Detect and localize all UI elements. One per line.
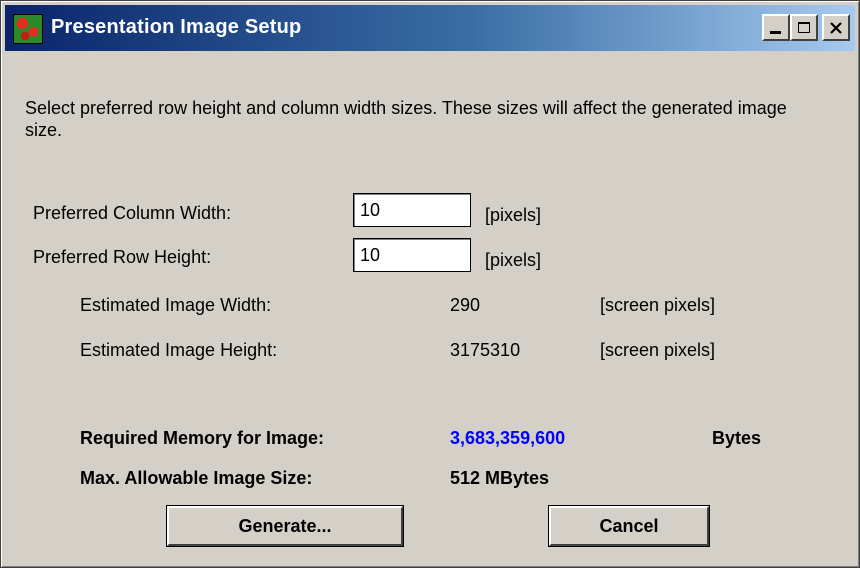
required-memory-value: 3,683,359,600 — [450, 428, 566, 448]
cancel-button[interactable]: Cancel — [548, 505, 710, 547]
maximize-button[interactable] — [790, 14, 818, 41]
estimated-width-label: Estimated Image Width: — [80, 295, 272, 315]
window-title: Presentation Image Setup — [51, 16, 302, 38]
required-memory-label: Required Memory for Image: — [80, 428, 325, 448]
description-text: Select preferred row height and column w… — [25, 98, 787, 140]
minimize-button[interactable] — [762, 14, 790, 41]
estimated-height-unit: [screen pixels] — [600, 340, 716, 360]
estimated-height-value: 3175310 — [450, 340, 521, 360]
estimated-width-value: 290 — [450, 295, 481, 315]
minimize-icon — [770, 30, 781, 34]
column-width-unit: [pixels] — [485, 205, 542, 225]
close-icon — [830, 21, 842, 34]
row-height-input[interactable] — [353, 238, 471, 272]
close-button[interactable] — [822, 14, 850, 41]
app-icon[interactable] — [13, 14, 43, 44]
required-memory-unit: Bytes — [712, 428, 762, 448]
max-size-label: Max. Allowable Image Size: — [80, 468, 313, 488]
generate-button[interactable]: Generate... — [166, 505, 404, 547]
row-height-unit: [pixels] — [485, 250, 542, 270]
row-height-label: Preferred Row Height: — [33, 247, 212, 267]
max-size-value: 512 MBytes — [450, 468, 550, 488]
title-bar[interactable]: Presentation Image Setup — [5, 5, 855, 51]
column-width-input[interactable] — [353, 193, 471, 227]
dialog-window: Presentation Image Setup Select preferre… — [0, 0, 860, 568]
column-width-label: Preferred Column Width: — [33, 203, 232, 223]
maximize-icon — [798, 21, 810, 33]
estimated-height-label: Estimated Image Height: — [80, 340, 278, 360]
estimated-width-unit: [screen pixels] — [600, 295, 716, 315]
